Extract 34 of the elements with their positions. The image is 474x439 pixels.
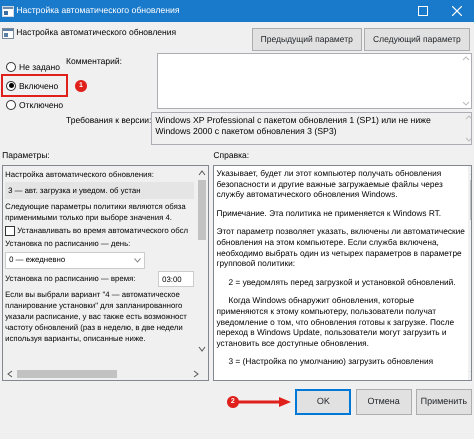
- help-paragraph: Примечание. Эта политика не применяется к Windows RT.: [216, 208, 442, 218]
- help-paragraph: Когда Windows обнаружит обновления, которые применяются к этому компьютеру, пользователи получат уведомление о том, что обновления готовы к загрузке. После переход в Windows Update, пользователи могут загрузить и установить все доступные обновления.: [216, 295, 456, 348]
- help-heading: Справка:: [213, 148, 250, 162]
- chevron-icon: [134, 258, 142, 262]
- requirements-text: Windows XP Professional с пакетом обновления 1 (SP1) или не ниже Windows 2000 с пакетом обновления 3 (SP3): [154, 114, 432, 138]
- maximize-icon: [418, 6, 428, 16]
- window-title: Настройка автоматического обновления: [16, 4, 181, 18]
- policy-title: Настройка автоматического обновления: [16, 26, 178, 39]
- nav-button[interactable]: Следующий параметр: [364, 28, 470, 52]
- close-icon: [452, 6, 462, 16]
- scrollbar-drawing: [464, 112, 471, 144]
- help-paragraph: Указывает, будет ли этот компьютер получать обновления безопасности и другие важные загружаемые файлы через службу автоматического обновления Windows.: [216, 168, 444, 200]
- radio-button-icon: [6, 62, 16, 72]
- dialog-button[interactable]: Отмена: [356, 388, 412, 415]
- nav-button[interactable]: Предыдущий параметр: [252, 28, 362, 52]
- dialog-button[interactable]: OK: [295, 388, 352, 415]
- policy-icon: [2, 28, 14, 40]
- scrollbar-drawing: [460, 54, 471, 108]
- help-paragraph: 3 = (Настройка по умолчанию) загрузить обновления: [228, 356, 434, 367]
- comment-field[interactable]: [157, 53, 472, 110]
- state-radio[interactable]: Включено: [3, 76, 66, 96]
- state-radio[interactable]: Отключено: [3, 95, 66, 114]
- app-icon: [2, 6, 14, 16]
- radio-button-icon: [6, 100, 16, 110]
- requirements-label: Требования к версии:: [66, 114, 152, 126]
- options-heading: Параметры:: [2, 148, 51, 162]
- help-paragraph: 2 = уведомлять перед загрузкой и установкой обновлений.: [228, 276, 457, 288]
- arrow-icon: [237, 396, 292, 407]
- radio-button-icon: [6, 80, 16, 91]
- dialog-button[interactable]: Применить: [416, 388, 472, 415]
- comment-label: Комментарий:: [66, 55, 123, 68]
- help-paragraph: Этот параметр позволяет указать, включены ли автоматические обновления на этом компьютере. Если служба включена, необходимо выбрать один из четырех параметров в параметре групповой политики:: [216, 226, 466, 269]
- checkbox-icon: [5, 226, 16, 236]
- state-radio[interactable]: Не задано: [3, 57, 66, 76]
